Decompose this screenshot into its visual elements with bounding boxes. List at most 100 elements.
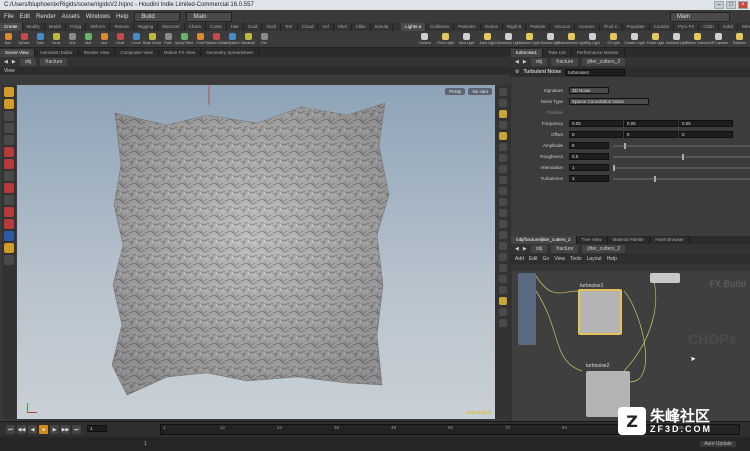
visibility-icon[interactable]: [498, 242, 507, 250]
bone-tool-icon[interactable]: [4, 159, 14, 169]
noise-type-select[interactable]: Sparse Convolution Noise: [569, 98, 649, 105]
shelf-light-tool-1[interactable]: Point Light: [435, 33, 456, 45]
shelf-tab-right-13[interactable]: Solid: [719, 23, 738, 31]
main-select[interactable]: Main: [186, 11, 233, 22]
shelf-light-tool-7[interactable]: Environment Light: [557, 33, 586, 45]
attenuation-field[interactable]: 1: [569, 164, 609, 171]
guide-icon[interactable]: [498, 286, 507, 294]
camera-icon[interactable]: [498, 220, 507, 228]
render-region-icon[interactable]: [498, 308, 507, 316]
scale-tool-icon[interactable]: [4, 123, 14, 133]
shelf-light-tool-13[interactable]: Stereo Camera: [686, 33, 709, 45]
shelf-light-tool-9[interactable]: GI Light: [603, 33, 624, 45]
cam-button[interactable]: No cam: [468, 88, 492, 95]
path-jitter-cutters[interactable]: jitter_cutters_2: [582, 245, 626, 253]
shelf-tool-8[interactable]: Curve: [128, 33, 144, 45]
forward-arrow-icon[interactable]: ▶: [523, 59, 527, 65]
shelf-tab-11[interactable]: Guid: [244, 23, 263, 31]
amplitude-slider-knob[interactable]: [624, 142, 627, 149]
shelf-light-tool-2[interactable]: Spot Light: [456, 33, 477, 45]
shelf-tab-6[interactable]: Rigging: [134, 23, 159, 31]
attenuation-slider-knob[interactable]: [613, 164, 615, 171]
menu-file[interactable]: File: [4, 14, 14, 20]
persp-button[interactable]: Persp: [445, 88, 465, 95]
shelf-tab-14[interactable]: Cloud: [298, 23, 319, 31]
viewport-3d[interactable]: Persp No cam Indie Edition: [17, 85, 495, 419]
net-menu-help[interactable]: Help: [607, 256, 617, 262]
path-fracture[interactable]: fracture: [551, 245, 579, 253]
forward-arrow-icon[interactable]: ▶: [12, 59, 16, 65]
turbulence-slider[interactable]: [613, 175, 750, 182]
move-tool-icon[interactable]: [4, 99, 14, 109]
snap-tool-icon[interactable]: [4, 183, 14, 193]
scene-tab-1[interactable]: Animation Editor: [35, 49, 79, 57]
shelf-tab-12[interactable]: Guid: [262, 23, 281, 31]
amplitude-field[interactable]: 8: [569, 142, 609, 149]
net-menu-layout[interactable]: Layout: [587, 256, 602, 262]
jump-start-icon[interactable]: ⏮: [6, 425, 15, 434]
menu-assets[interactable]: Assets: [62, 14, 80, 20]
shelf-tab-10[interactable]: Hair: [227, 23, 244, 31]
frequency-x[interactable]: 0.05: [569, 120, 623, 127]
tab-tree-view[interactable]: Tree View: [577, 236, 608, 244]
shelf-tab-4[interactable]: Deform: [86, 23, 111, 31]
shelf-tool-5[interactable]: Null: [80, 33, 96, 45]
shelf-tab-5[interactable]: Texture: [110, 23, 134, 31]
background-icon[interactable]: [498, 154, 507, 162]
shelf-tab-right-14[interactable]: Wires: [738, 23, 750, 31]
roughness-slider-knob[interactable]: [682, 153, 684, 160]
shelf-tool-14[interactable]: L-System: [224, 33, 240, 45]
shelf-tab-3[interactable]: Polyg: [66, 23, 87, 31]
shelf-tab-right-10[interactable]: Contain: [650, 23, 675, 31]
tab-take-list[interactable]: Take List: [543, 49, 572, 57]
shelf-tab-right-12[interactable]: Cloth: [699, 23, 719, 31]
shelf-tab-7[interactable]: MuscSet: [158, 23, 185, 31]
shelf-tool-1[interactable]: Sphere: [16, 33, 32, 45]
tab-performance-monitor[interactable]: Performance Monitor: [572, 49, 625, 57]
forward-arrow-icon[interactable]: ▶: [523, 246, 527, 252]
path-obj[interactable]: obj: [530, 58, 548, 66]
menu-edit[interactable]: Edit: [20, 14, 30, 20]
shelf-tool-15[interactable]: Metaball: [240, 33, 256, 45]
shelf-light-tool-4[interactable]: Geometry Light: [497, 33, 520, 45]
offset-y[interactable]: 0: [624, 131, 678, 138]
lock-tool-icon[interactable]: [4, 243, 14, 253]
output-node[interactable]: [650, 273, 680, 283]
shelf-tab-right-3[interactable]: Grains: [481, 23, 503, 31]
view-tool-icon[interactable]: [4, 171, 14, 181]
shelf-tool-16[interactable]: File: [256, 33, 272, 45]
scene-tab-4[interactable]: Motion FX View: [159, 49, 202, 57]
shelf-tab-right-4[interactable]: Rigid B: [503, 23, 527, 31]
render-tool-icon[interactable]: [4, 231, 14, 241]
shelf-light-tool-12[interactable]: Ambient Light: [666, 33, 687, 45]
path-obj[interactable]: obj: [530, 245, 548, 253]
shelf-tab-right-5[interactable]: Particle: [526, 23, 551, 31]
rotate-tool-icon[interactable]: [4, 111, 14, 121]
shelf-tool-2[interactable]: Tube: [32, 33, 48, 45]
shelf-tab-right-7[interactable]: Oceans: [575, 23, 600, 31]
bulb-icon[interactable]: [498, 132, 507, 140]
jump-end-icon[interactable]: ⏭: [72, 425, 81, 434]
shelf-light-tool-0[interactable]: Camera: [414, 33, 435, 45]
network-editor[interactable]: FX Build turbnoise1 turbnoise2 CHOPs ➤: [512, 271, 750, 421]
isolate-icon[interactable]: [498, 253, 507, 261]
shelf-tab-15[interactable]: Vol: [318, 23, 334, 31]
play-icon[interactable]: ▶: [50, 425, 59, 434]
tab-turbnoise1[interactable]: turbnoise1: [511, 49, 544, 57]
step-forward-icon[interactable]: ▶▶: [61, 425, 70, 434]
menu-help[interactable]: Help: [116, 14, 128, 20]
shelf-tool-3[interactable]: Torus: [48, 33, 64, 45]
safe-area-icon[interactable]: [498, 231, 507, 239]
ghost-icon[interactable]: [498, 143, 507, 151]
shelf-tab-right-6[interactable]: Viscous: [550, 23, 576, 31]
turbulence-field[interactable]: 3: [569, 175, 609, 182]
auto-update-button[interactable]: Auto Update: [700, 441, 736, 447]
tab-network-path[interactable]: /obj/fracture/jitter_cutters_2: [511, 236, 577, 244]
frequency-y[interactable]: 0.05: [624, 120, 678, 127]
net-menu-view[interactable]: View: [554, 256, 565, 262]
snap-icon[interactable]: [498, 176, 507, 184]
shelf-tab-right-0[interactable]: Lights a: [401, 23, 427, 31]
back-arrow-icon[interactable]: ◀: [515, 59, 519, 65]
minimize-button[interactable]: –: [714, 1, 724, 9]
scene-tab-2[interactable]: Render View: [79, 49, 116, 57]
